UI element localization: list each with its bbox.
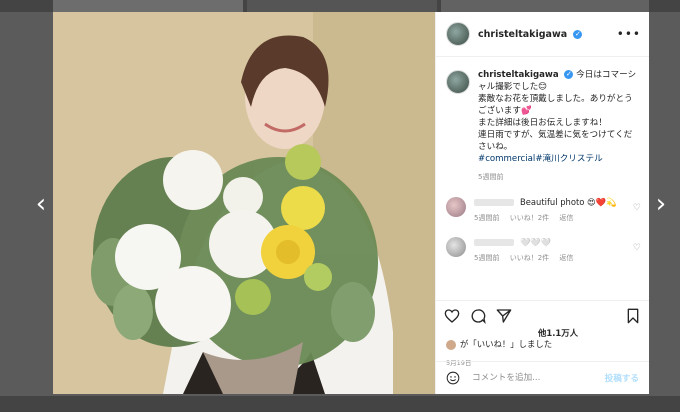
likes-count[interactable]: 他1.1万人 xyxy=(538,328,639,339)
liker-avatar[interactable] xyxy=(446,339,456,350)
emoji-icon[interactable] xyxy=(446,371,460,385)
caption-body: christeltakigawa ✓ 今日はコマーシャル撮影でした😊 素敵なお花… xyxy=(478,69,639,183)
background-feed-bottom xyxy=(0,396,680,412)
comment-input[interactable] xyxy=(470,372,605,384)
caption-line: 連日雨ですが、気温差に気をつけてくださいね。 xyxy=(478,130,633,152)
comment-like-heart-icon[interactable]: ♡ xyxy=(633,243,641,253)
caption-line: また詳細は後日お伝えしますね！ xyxy=(478,118,607,128)
comment-item: 🤍🤍🤍 5週間前 いいね！2件 返信 ♡ xyxy=(436,237,649,263)
photo-illustration xyxy=(53,12,435,394)
post-caption: christeltakigawa ✓ 今日はコマーシャル撮影でした😊 素敵なお花… xyxy=(436,57,649,183)
comment-like-heart-icon[interactable]: ♡ xyxy=(633,203,641,213)
comment-meta: 5週間前 いいね！2件 返信 xyxy=(474,213,639,223)
comment-composer: 投稿する xyxy=(436,361,649,394)
caption-author-avatar[interactable] xyxy=(446,70,470,94)
commenter-username[interactable] xyxy=(474,199,514,206)
comment-text-line: 🤍🤍🤍 xyxy=(474,237,639,248)
comment-text: Beautiful photo 😍❤️💫 xyxy=(520,197,617,207)
commenter-avatar[interactable] xyxy=(446,197,466,217)
author-avatar[interactable] xyxy=(446,22,470,46)
comment-meta: 5週間前 いいね！2件 返信 xyxy=(474,253,639,263)
commenter-username[interactable] xyxy=(474,239,514,246)
comment-body: 🤍🤍🤍 5週間前 いいね！2件 返信 xyxy=(474,237,639,263)
liked-by-line: が「いいね！」しました xyxy=(446,339,639,350)
comment-likes[interactable]: いいね！2件 xyxy=(510,214,549,222)
comment-timestamp[interactable]: 5週間前 xyxy=(474,214,499,222)
caption-timestamp[interactable]: 5週間前 xyxy=(478,171,639,183)
comment-icon[interactable] xyxy=(470,308,486,324)
author-username-text[interactable]: christeltakigawa xyxy=(478,29,567,40)
heart-icon[interactable] xyxy=(444,308,460,324)
post-modal: christeltakigawa ✓ ••• christeltakigawa … xyxy=(53,12,649,394)
caption-username[interactable]: christeltakigawa xyxy=(478,70,559,80)
post-actions-bar xyxy=(436,300,649,331)
next-post-button[interactable]: › xyxy=(652,190,670,218)
post-comment-button[interactable]: 投稿する xyxy=(605,372,639,384)
liked-by-text: が「いいね！」しました xyxy=(460,339,553,349)
share-icon[interactable] xyxy=(496,308,512,324)
comment-reply-button[interactable]: 返信 xyxy=(559,254,573,262)
post-header: christeltakigawa ✓ ••• xyxy=(436,12,649,57)
commenter-avatar[interactable] xyxy=(446,237,466,257)
comment-likes[interactable]: いいね！2件 xyxy=(510,254,549,262)
post-side-panel: christeltakigawa ✓ ••• christeltakigawa … xyxy=(435,12,649,394)
verified-badge-icon: ✓ xyxy=(573,29,583,39)
comment-body: Beautiful photo 😍❤️💫 5週間前 いいね！2件 返信 xyxy=(474,197,639,223)
previous-post-button[interactable]: ‹ xyxy=(32,190,50,218)
likes-summary: 他1.1万人 が「いいね！」しました xyxy=(446,328,639,350)
caption-hashtags[interactable]: #commercial#滝川クリステル xyxy=(478,154,603,164)
comment-reply-button[interactable]: 返信 xyxy=(559,214,573,222)
bookmark-icon[interactable] xyxy=(625,308,641,324)
background-thumbnail xyxy=(441,0,649,12)
caption-line: 素敵なお花を頂戴しました。ありがとうございます💕 xyxy=(478,94,633,116)
comment-item: Beautiful photo 😍❤️💫 5週間前 いいね！2件 返信 ♡ xyxy=(436,197,649,223)
more-options-icon[interactable]: ••• xyxy=(617,27,641,41)
comment-text: 🤍🤍🤍 xyxy=(520,237,552,247)
background-thumbnail xyxy=(247,0,437,12)
comments-list[interactable]: christeltakigawa ✓ 今日はコマーシャル撮影でした😊 素敵なお花… xyxy=(436,57,649,300)
background-thumbnail xyxy=(53,0,243,12)
comment-text-line: Beautiful photo 😍❤️💫 xyxy=(474,197,639,208)
comment-timestamp[interactable]: 5週間前 xyxy=(474,254,499,262)
post-photo xyxy=(53,12,435,394)
author-username[interactable]: christeltakigawa ✓ xyxy=(478,29,583,40)
verified-badge-icon: ✓ xyxy=(564,70,574,79)
